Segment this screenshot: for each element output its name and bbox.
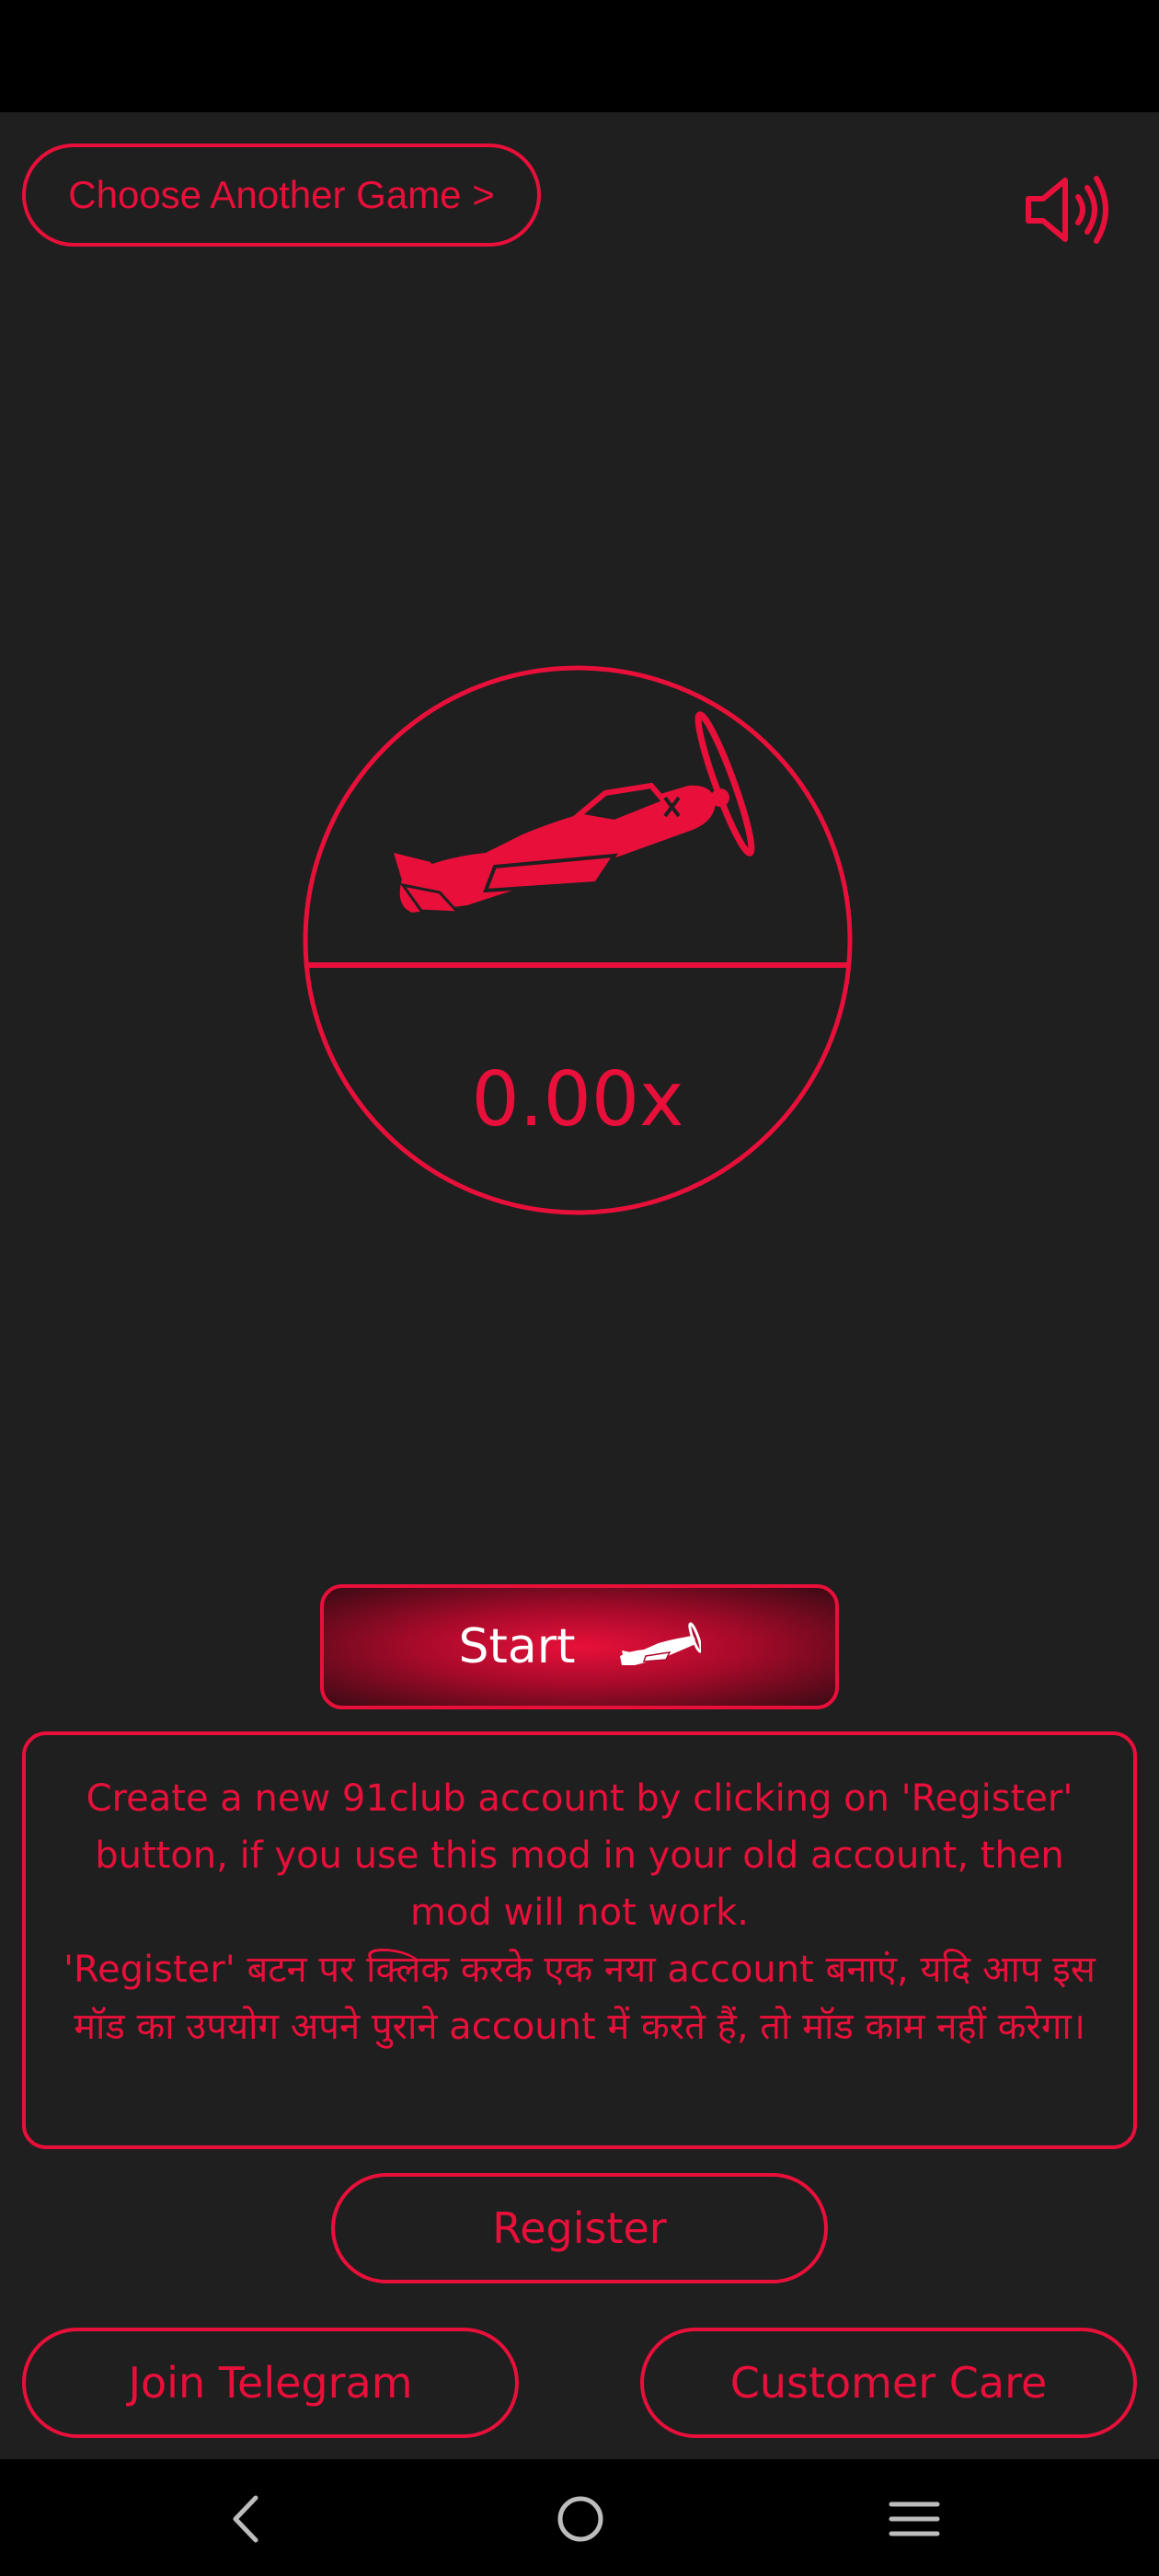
join-telegram-button[interactable]: Join Telegram	[22, 2328, 519, 2438]
notice-box: Create a new 91club account by clicking …	[22, 1731, 1137, 2149]
menu-lines-icon[interactable]	[889, 2500, 940, 2538]
multiplier-value: 0.00x	[471, 1055, 684, 1144]
back-chevron-icon[interactable]	[228, 2494, 261, 2544]
speaker-volume-icon[interactable]	[1023, 173, 1111, 247]
customer-care-button[interactable]: Customer Care	[640, 2328, 1137, 2438]
status-bar	[0, 0, 1159, 112]
start-button-label: Start	[458, 1619, 576, 1674]
home-circle-icon[interactable]	[556, 2494, 605, 2544]
start-button[interactable]: Start	[320, 1584, 839, 1709]
notice-english: Create a new 91club account by clicking …	[86, 1777, 1073, 1934]
airplane-icon	[394, 711, 755, 914]
airplane-icon	[619, 1622, 701, 1665]
navigation-bar	[0, 2459, 1159, 2576]
choose-another-game-button[interactable]: Choose Another Game >	[22, 144, 541, 247]
notice-hindi: 'Register' बटन पर क्लिक करके एक नया acco…	[63, 1949, 1096, 2048]
register-button[interactable]: Register	[331, 2173, 828, 2283]
